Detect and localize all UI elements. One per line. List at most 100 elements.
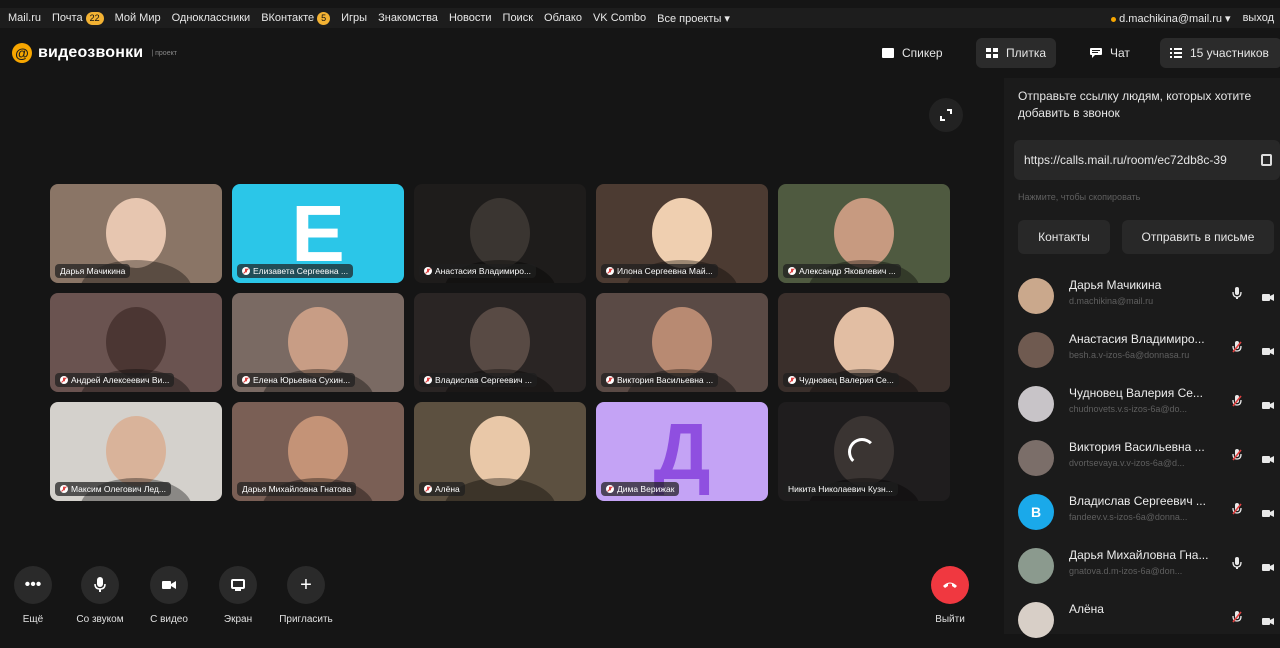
room-link: https://calls.mail.ru/room/ec72db8c-39 (1024, 153, 1227, 167)
video-tile[interactable]: Максим Олегович Лед... (50, 402, 222, 501)
muted-mic-icon[interactable] (1232, 610, 1242, 624)
muted-mic-icon (60, 376, 68, 384)
microphone-icon[interactable] (1232, 556, 1242, 570)
portal-nav-item[interactable]: Знакомства (378, 12, 438, 24)
participant-row[interactable]: Дарья Михайловна Гна... gnatova.d.m-izos-… (1004, 538, 1280, 594)
grid-view-label: Плитка (1006, 46, 1047, 60)
muted-mic-icon[interactable] (1232, 340, 1242, 354)
portal-nav-label: Облако (544, 12, 582, 24)
participant-row-name: Алёна (1069, 602, 1104, 616)
avatar (1018, 278, 1054, 314)
screen-icon (219, 566, 257, 604)
video-button[interactable]: С видео (147, 566, 191, 625)
participant-row[interactable]: Виктория Васильевна ... dvortsevaya.v.v-i… (1004, 430, 1280, 486)
participant-row-name: Виктория Васильевна ... (1069, 440, 1205, 454)
video-tile[interactable]: Андрей Алексеевич Ви... (50, 293, 222, 392)
video-tile[interactable]: Чудновец Валерия Се... (778, 293, 950, 392)
participant-video (106, 307, 166, 377)
portal-nav-label: Одноклассники (171, 12, 251, 24)
camera-icon[interactable] (1262, 289, 1274, 301)
camera-icon[interactable] (1262, 397, 1274, 409)
invite-button[interactable]: + Пригласить (279, 566, 333, 625)
muted-mic-icon[interactable] (1232, 502, 1242, 516)
video-tile[interactable]: Виктория Васильевна ... (596, 293, 768, 392)
participant-name: Дима Верижак (617, 484, 675, 494)
portal-nav-item[interactable]: Облако (544, 12, 582, 24)
fullscreen-button[interactable] (929, 98, 963, 132)
send-mail-button[interactable]: Отправить в письме (1122, 220, 1274, 254)
logout-link[interactable]: выход (1243, 12, 1274, 24)
video-tile[interactable]: Алёна (414, 402, 586, 501)
portal-nav-label: VK Combo (592, 12, 647, 24)
muted-mic-icon (424, 376, 432, 384)
participant-row[interactable]: Анастасия Владимиро... besh.a.v-izos-6a@d… (1004, 322, 1280, 378)
screen-share-button[interactable]: Экран (216, 566, 260, 625)
participant-row[interactable]: Дарья Мачикина d.machikina@mail.ru (1004, 268, 1280, 324)
participant-name-tag: Виктория Васильевна ... (601, 373, 719, 387)
participant-name: Елена Юрьевна Сухин... (253, 375, 351, 385)
chat-button[interactable]: Чат (1080, 38, 1140, 68)
hangup-phone-icon (931, 566, 969, 604)
loading-spinner-icon (848, 438, 876, 466)
chat-label: Чат (1110, 46, 1130, 60)
participants-button[interactable]: 15 участников (1160, 38, 1280, 68)
video-tile[interactable]: Елена Юрьевна Сухин... (232, 293, 404, 392)
portal-nav-item[interactable]: VK Combo (593, 12, 646, 24)
speaker-view-label: Спикер (902, 46, 943, 60)
video-tile[interactable]: Александр Яковлевич ... (778, 184, 950, 283)
camera-icon (150, 566, 188, 604)
participant-row-email: besh.a.v-izos-6a@donnasa.ru (1069, 350, 1190, 360)
avatar (1018, 440, 1054, 476)
avatar (1018, 386, 1054, 422)
portal-nav-item[interactable]: Игры (341, 12, 367, 24)
muted-mic-icon (788, 267, 796, 275)
video-tile[interactable]: Дарья Михайловна Гнатова (232, 402, 404, 501)
participant-video (106, 198, 166, 268)
camera-icon[interactable] (1262, 451, 1274, 463)
participant-row[interactable]: В Владислав Сергеевич ... fandeev.v.s-izos… (1004, 484, 1280, 540)
video-tile[interactable]: Илона Сергеевна Май... (596, 184, 768, 283)
portal-nav-item[interactable]: Почта 22 (52, 11, 104, 25)
invite-label: Пригласить (279, 614, 333, 625)
camera-icon[interactable] (1262, 559, 1274, 571)
video-tile[interactable]: Д Дима Верижак (596, 402, 768, 501)
participant-name: Андрей Алексеевич Ви... (71, 375, 170, 385)
speaker-view-button[interactable]: Спикер (872, 38, 953, 68)
muted-mic-icon[interactable] (1232, 448, 1242, 462)
video-tile[interactable]: Владислав Сергеевич ... (414, 293, 586, 392)
app-logo[interactable]: @ видеозвонки | проект (12, 43, 177, 63)
participant-row-email: gnatova.d.m-izos-6a@don... (1069, 566, 1183, 576)
portal-nav-item[interactable]: Поиск (503, 12, 533, 24)
portal-nav-item[interactable]: Все проекты ▾ (657, 12, 730, 25)
contacts-button[interactable]: Контакты (1018, 220, 1110, 254)
sound-button[interactable]: Со звуком (76, 566, 124, 625)
participant-name: Максим Олегович Лед... (71, 484, 166, 494)
participant-name-tag: Елизавета Сергеевна ... (237, 264, 354, 278)
portal-nav-label: Игры (341, 12, 368, 24)
participant-name-tag: Максим Олегович Лед... (55, 482, 171, 496)
camera-icon[interactable] (1262, 343, 1274, 355)
portal-nav-item[interactable]: Новости (449, 12, 492, 24)
video-tile[interactable]: Никита Николаевич Кузн... (778, 402, 950, 501)
microphone-icon[interactable] (1232, 286, 1242, 300)
participant-row[interactable]: Алёна (1004, 592, 1280, 648)
app-header: @ видеозвонки | проект Спикер Плитка Чат… (0, 28, 1280, 78)
video-tile[interactable]: Дарья Мачикина (50, 184, 222, 283)
muted-mic-icon[interactable] (1232, 394, 1242, 408)
room-link-field[interactable]: https://calls.mail.ru/room/ec72db8c-39 (1014, 140, 1280, 180)
user-menu[interactable]: d.machikina@mail.ru ▾ (1111, 12, 1231, 25)
portal-nav-item[interactable]: Mail.ru (8, 12, 41, 24)
video-tile[interactable]: Анастасия Владимиро... (414, 184, 586, 283)
copy-icon[interactable] (1261, 154, 1272, 166)
camera-icon[interactable] (1262, 613, 1274, 625)
video-tile[interactable]: Е Елизавета Сергеевна ... (232, 184, 404, 283)
participant-row[interactable]: Чудновец Валерия Се... chudnovets.v.s-izo… (1004, 376, 1280, 432)
camera-icon[interactable] (1262, 505, 1274, 517)
grid-view-button[interactable]: Плитка (976, 38, 1057, 68)
expand-icon (940, 109, 952, 121)
portal-nav-item[interactable]: Мой Мир (115, 12, 161, 24)
portal-nav-item[interactable]: ВКонтакте 5 (261, 11, 331, 25)
leave-call-button[interactable]: Выйти (928, 566, 972, 625)
more-button[interactable]: ••• Ещё (11, 566, 55, 625)
portal-nav-item[interactable]: Одноклассники (172, 12, 251, 24)
